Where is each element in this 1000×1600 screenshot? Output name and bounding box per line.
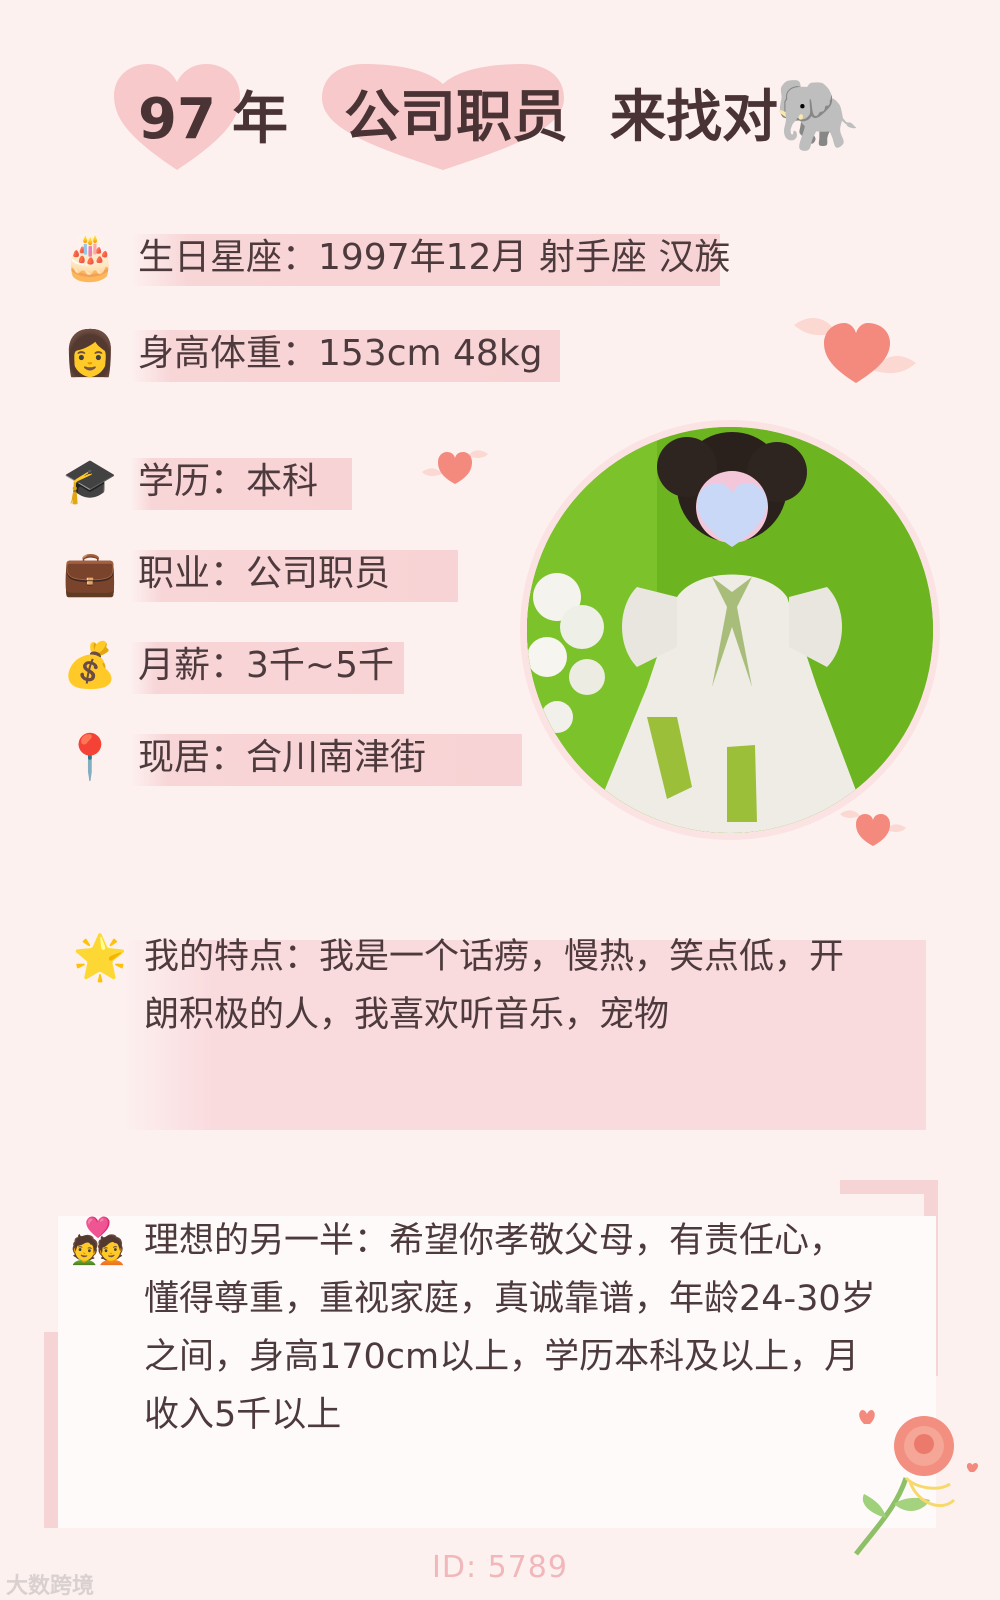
info-residence-text: 现居：合川南津街	[138, 737, 427, 778]
ideal-line-2: 懂得尊重，重视家庭，真诚靠谱，年龄24-30岁	[144, 1279, 876, 1319]
info-salary: 💰 月薪：3千~5千	[62, 638, 422, 694]
star-icon: 🌟	[72, 932, 128, 983]
info-education-text: 学历：本科	[138, 461, 319, 502]
info-birthday-text: 生日星座：1997年12月 射手座 汉族	[138, 237, 731, 278]
money-bag-icon: 💰	[62, 640, 118, 691]
title-year: 97	[138, 87, 216, 152]
winged-heart-icon	[794, 318, 916, 383]
title-row: 97 年 公司职员 来找对 🐘	[0, 62, 1000, 182]
ideal-line-1: 理想的另一半：希望你孝敬父母，有责任心，	[144, 1221, 845, 1261]
profile-photo-illustration	[527, 427, 933, 833]
features-line-2: 朗积极的人，我喜欢听音乐，宠物	[144, 995, 670, 1035]
corner-bracket	[44, 1332, 58, 1528]
title-year-suffix: 年	[232, 87, 288, 152]
ideal-line-4: 收入5千以上	[144, 1395, 342, 1435]
elephant-icon: 🐘	[774, 74, 862, 156]
title-occupation: 公司职员	[344, 85, 568, 150]
couple-icon: 💑	[70, 1216, 126, 1267]
info-birthday: 🎂 生日星座：1997年12月 射手座 汉族	[62, 230, 730, 286]
info-education: 🎓 学历：本科	[62, 454, 362, 510]
info-job: 💼 职业：公司职员	[62, 546, 462, 602]
info-job-text: 职业：公司职员	[138, 553, 391, 594]
briefcase-icon: 💼	[62, 548, 118, 599]
rose-icon	[854, 1410, 979, 1556]
watermark-logo: 大数跨境	[6, 1574, 95, 1599]
ideal-line-3: 之间，身高170cm以上，学历本科及以上，月	[144, 1337, 860, 1377]
woman-icon: 👩	[62, 328, 118, 379]
info-height-weight-text: 身高体重：153cm 48kg	[138, 333, 543, 374]
profile-photo	[527, 427, 933, 833]
info-salary-text: 月薪：3千~5千	[138, 645, 394, 686]
location-pin-icon: 📍	[62, 732, 118, 783]
birthday-cake-icon: 🎂	[62, 232, 118, 283]
title-tagline: 来找对	[610, 85, 778, 150]
winged-heart-icon	[422, 450, 488, 484]
winged-heart-icon	[840, 810, 906, 846]
profile-id: ID: 5789	[432, 1550, 568, 1585]
info-residence: 📍 现居：合川南津街	[62, 730, 532, 786]
info-height-weight: 👩 身高体重：153cm 48kg	[62, 326, 572, 382]
graduation-cap-icon: 🎓	[62, 456, 118, 507]
features-line-1: 我的特点：我是一个话痨，慢热，笑点低，开	[144, 937, 845, 977]
